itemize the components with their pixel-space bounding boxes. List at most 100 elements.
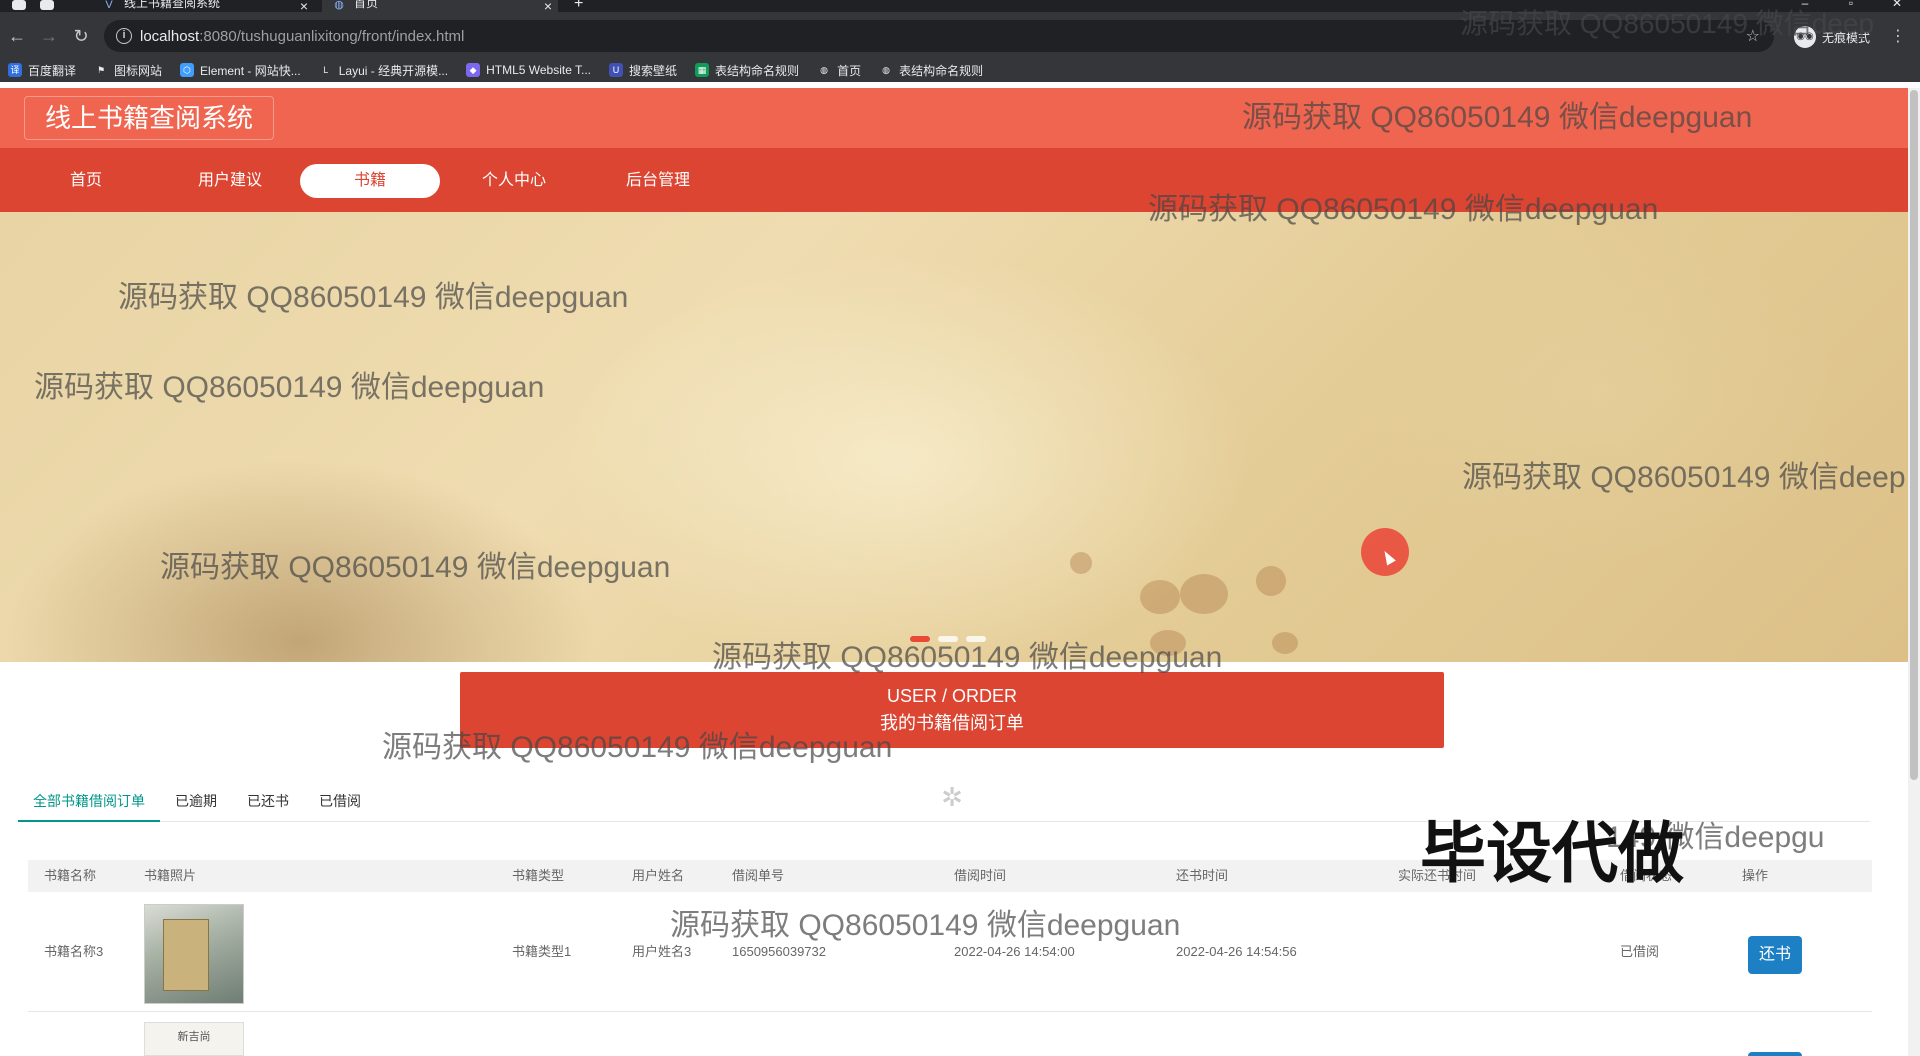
table-row: 书籍名称3 书籍类型1 用户姓名3 1650956039732 2022-04-…	[28, 892, 1872, 1012]
nav-item-books[interactable]: 书籍	[300, 164, 440, 198]
element-icon: ⬡	[180, 63, 195, 77]
bookmark-item[interactable]: 译百度翻译	[8, 62, 76, 79]
close-icon[interactable]: ×	[294, 0, 314, 12]
bookmark-star-icon[interactable]: ☆	[1746, 26, 1760, 46]
close-icon[interactable]: ×	[538, 0, 558, 12]
layui-icon: L	[323, 65, 329, 75]
reload-icon[interactable]: ↻	[70, 26, 92, 46]
column-header: 操作	[1742, 868, 1769, 883]
bookmark-item[interactable]: ◆ HTML5 Website T...	[466, 63, 591, 77]
incognito-indicator[interactable]: ◉◉ 无痕模式	[1794, 26, 1870, 48]
bookmark-item[interactable]: ◍ 首页	[817, 62, 861, 79]
banner-stain	[1256, 566, 1286, 596]
nav-item-suggestions[interactable]: 用户建议	[160, 164, 300, 198]
banner-stain	[1070, 552, 1092, 574]
browser-tab-title: 线上书籍查阅系统	[124, 0, 221, 10]
loading-spinner-icon: ✲	[941, 782, 963, 812]
table-row: 新吉尚	[28, 1012, 1872, 1056]
chrome-menu-icon[interactable]	[12, 0, 26, 10]
tab-all-orders[interactable]: 全部书籍借阅订单	[18, 786, 160, 822]
cell-order-no: 1650956039732	[732, 944, 826, 959]
back-icon[interactable]: ←	[6, 26, 28, 46]
nav-item-profile[interactable]: 个人中心	[444, 164, 584, 198]
book-cover-spine	[163, 919, 209, 991]
bookmark-item[interactable]: ⚑ 图标网站	[94, 62, 162, 79]
banner-carousel[interactable]	[0, 212, 1908, 662]
mouse-cursor-highlight	[1361, 528, 1409, 576]
bookmark-label: 表结构命名规则	[899, 63, 984, 78]
bookmark-item[interactable]: U 搜索壁纸	[609, 62, 677, 79]
globe-icon: ◍	[334, 0, 344, 11]
bookmark-label: 搜索壁纸	[629, 63, 678, 78]
nav-item-home[interactable]: 首页	[16, 164, 156, 198]
sheet-icon: ▦	[695, 63, 710, 77]
bookmark-label: Element - 网站快...	[200, 63, 301, 78]
new-tab-button[interactable]: +	[574, 0, 583, 12]
carousel-indicators	[910, 636, 986, 642]
browser-tab-title: 首页	[354, 0, 379, 10]
order-title-zh: 我的书籍借阅订单	[880, 713, 1024, 733]
bookmark-label: Layui - 经典开源模...	[338, 63, 449, 78]
info-icon[interactable]: i	[116, 28, 132, 44]
browser-tab-2[interactable]: ◍ 首页 ×	[322, 0, 558, 12]
site-title[interactable]: 线上书籍查阅系统	[24, 96, 275, 140]
order-section-title: USER / ORDER 我的书籍借阅订单	[460, 672, 1444, 748]
bookmark-item[interactable]: L Layui - 经典开源模...	[319, 62, 448, 79]
column-header: 书籍照片	[144, 868, 197, 883]
minimize-icon[interactable]: –	[1782, 0, 1828, 10]
site-header: 线上书籍查阅系统	[0, 88, 1908, 148]
more-menu-icon[interactable]: ⋮	[1890, 26, 1906, 46]
url-host: localhost	[140, 27, 200, 45]
bookmark-item[interactable]: ◍ 表结构命名规则	[879, 62, 983, 79]
banner-stain	[1150, 630, 1186, 656]
url-path: :8080/tushuguanlixitong/front/index.html	[199, 27, 465, 45]
main-nav: 首页 用户建议 书籍 个人中心 后台管理	[0, 148, 1908, 212]
globe-icon: ◍	[882, 65, 890, 75]
url-input[interactable]: i localhost:8080/tushuguanlixitong/front…	[104, 20, 1774, 52]
close-window-icon[interactable]: ✕	[1874, 0, 1920, 10]
bookmark-label: 图标网站	[114, 63, 163, 78]
column-header: 用户姓名	[632, 868, 685, 883]
carousel-dot[interactable]	[910, 636, 930, 642]
book-cover-image[interactable]	[144, 904, 244, 1004]
bookmarks-bar: 译百度翻译 ⚑ 图标网站 ⬡ Element - 网站快... L Layui - 经…	[0, 58, 1920, 82]
translate-icon: 译	[8, 63, 22, 77]
bookmark-label: HTML5 Website T...	[486, 63, 592, 77]
bookmark-label: 表结构命名规则	[715, 63, 800, 78]
cell-book-name: 书籍名称3	[44, 944, 104, 959]
return-book-button[interactable]: 还书	[1748, 936, 1802, 974]
browser-tab-1[interactable]: V 线上书籍查阅系统 ×	[92, 0, 314, 12]
maximize-icon[interactable]: ▫	[1828, 0, 1874, 10]
tab-returned[interactable]: 已还书	[232, 786, 304, 822]
flag-icon: ⚑	[96, 65, 106, 75]
carousel-dot[interactable]	[938, 636, 958, 642]
cursor-arrow-icon	[1380, 548, 1396, 566]
banner-stain	[1140, 580, 1180, 614]
column-header: 借阅单号	[732, 868, 785, 883]
carousel-dot[interactable]	[966, 636, 986, 642]
nav-item-admin[interactable]: 后台管理	[588, 164, 728, 198]
window-controls: – ▫ ✕	[1782, 0, 1920, 10]
page-scrollbar[interactable]	[1908, 88, 1920, 1056]
return-book-button[interactable]	[1748, 1052, 1802, 1056]
column-header: 借阅时间	[954, 868, 1007, 883]
incognito-icon: ◉◉	[1794, 26, 1816, 48]
globe-icon: ◍	[820, 65, 828, 75]
tab-overdue[interactable]: 已逾期	[160, 786, 232, 822]
column-header: 书籍类型	[512, 868, 565, 883]
scrollbar-thumb[interactable]	[1910, 90, 1918, 780]
tab-search-icon[interactable]	[40, 0, 54, 10]
incognito-label: 无痕模式	[1822, 30, 1871, 45]
address-bar-row: ← → ↻ i localhost:8080/tushuguanlixitong…	[0, 12, 1920, 64]
html5-icon: ◆	[466, 63, 481, 77]
forward-icon[interactable]: →	[38, 26, 60, 46]
tab-borrowed[interactable]: 已借阅	[304, 786, 376, 822]
banner-stain	[1180, 574, 1228, 614]
cell-book-type: 书籍类型1	[512, 944, 572, 959]
book-cover-image[interactable]: 新吉尚	[144, 1022, 244, 1056]
bookmark-label: 百度翻译	[28, 63, 77, 78]
vue-icon: V	[105, 0, 113, 11]
bookmark-item[interactable]: ⬡ Element - 网站快...	[180, 62, 301, 79]
tab-strip-left-icons	[12, 0, 54, 12]
bookmark-item[interactable]: ▦ 表结构命名规则	[695, 62, 799, 79]
